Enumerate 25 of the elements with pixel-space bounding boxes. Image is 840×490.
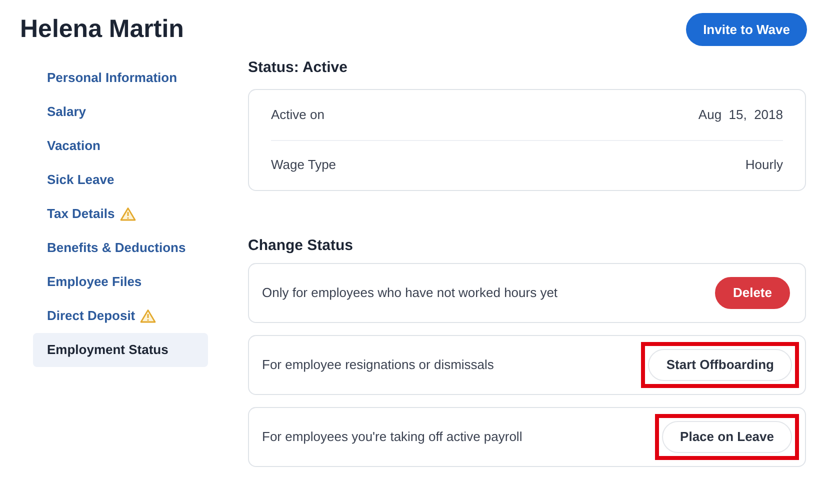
sidebar-item[interactable]: Employment Status bbox=[33, 332, 208, 366]
invite-button[interactable]: Invite to Wave bbox=[686, 13, 807, 46]
option-description: For employee resignations or dismissals bbox=[262, 356, 494, 374]
section-heading: Status: Active bbox=[248, 58, 348, 78]
field-value: Hourly bbox=[745, 156, 783, 174]
field-label: Wage Type bbox=[271, 156, 336, 174]
sidebar-item[interactable]: Tax Details bbox=[33, 196, 208, 230]
option-description: For employees you're taking off active payroll bbox=[262, 428, 522, 446]
sidebar-item[interactable]: Personal Information bbox=[33, 60, 208, 94]
field-label: Active on bbox=[271, 106, 324, 124]
section-heading: Change Status bbox=[248, 236, 354, 256]
action-button[interactable]: Place on Leave bbox=[662, 420, 792, 452]
sidebar-item[interactable]: Salary bbox=[33, 94, 208, 128]
option-description: Only for employees who have not worked hours yet bbox=[262, 284, 558, 302]
page-title: Helena Martin bbox=[20, 14, 184, 45]
warning-icon bbox=[120, 206, 136, 220]
sidebar-item[interactable]: Benefits & Deductions bbox=[33, 230, 208, 264]
sidebar-item[interactable]: Employee Files bbox=[33, 264, 208, 298]
warning-icon bbox=[140, 308, 156, 322]
sidebar-item[interactable]: Vacation bbox=[33, 128, 208, 162]
field-value: Aug 15, 2018 bbox=[698, 106, 783, 124]
delete-button[interactable]: Delete bbox=[714, 276, 790, 308]
action-button[interactable]: Start Offboarding bbox=[648, 348, 792, 380]
sidebar-item[interactable]: Direct Deposit bbox=[33, 298, 208, 332]
sidebar-item[interactable]: Sick Leave bbox=[33, 162, 208, 196]
